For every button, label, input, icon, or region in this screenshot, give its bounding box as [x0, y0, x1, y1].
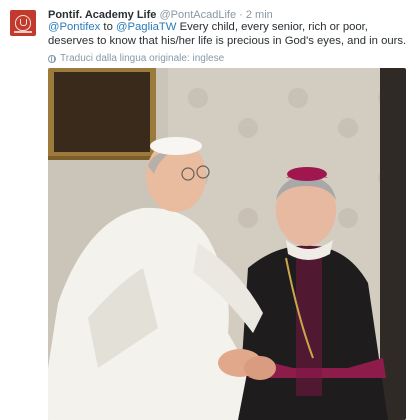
account-avatar[interactable] [10, 10, 36, 36]
mention-pontifex[interactable]: @Pontifex [48, 21, 100, 33]
timestamp[interactable]: 2 min [246, 9, 273, 21]
mention-pagliatw[interactable]: @PagliaTW [116, 21, 176, 33]
photo-illustration [48, 68, 406, 420]
author-name[interactable]: Pontif. Academy Life [48, 9, 156, 21]
tweet-photo[interactable] [48, 68, 406, 420]
tweet-text-to: to [100, 21, 116, 33]
translate-link[interactable]: Traduci dalla lingua originale: inglese [48, 53, 224, 64]
translate-label: Traduci dalla lingua originale: inglese [60, 53, 225, 64]
globe-icon [48, 54, 56, 63]
separator-dot: · [239, 9, 243, 21]
tweet-text: @Pontifex to @PagliaTW Every child, ever… [48, 21, 410, 48]
logo-bar [14, 31, 32, 33]
author-handle[interactable]: @PontAcadLife [159, 9, 236, 21]
tweet-card: Pontif. Academy Life @PontAcadLife · 2 m… [0, 0, 420, 420]
crest-icon [15, 15, 31, 31]
